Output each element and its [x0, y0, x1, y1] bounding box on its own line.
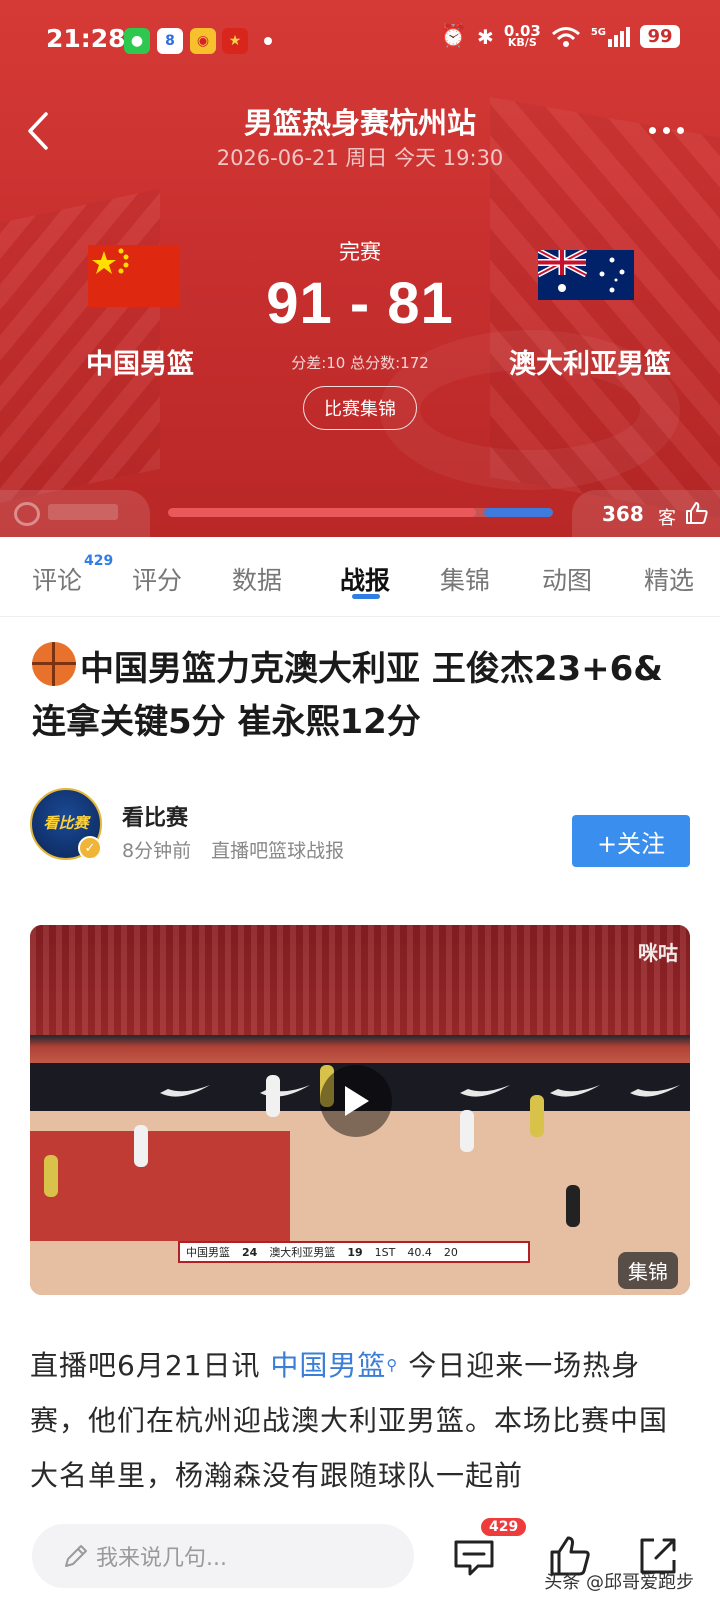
away-team-name[interactable]: 澳大利亚男篮	[480, 342, 700, 381]
comment-count-badge: 429	[481, 1518, 527, 1536]
video-referee	[566, 1185, 580, 1227]
article-body: 直播吧6月21日讯 中国男篮⚲ 今日迎来一场热身赛，他们在杭州迎战澳大利亚男篮。…	[30, 1349, 669, 1492]
tab-report[interactable]: 战报	[340, 561, 390, 597]
bluetooth-icon: ✱	[477, 24, 494, 49]
status-time: 21:28	[46, 24, 126, 53]
comment-placeholder: 我来说几句...	[96, 1546, 227, 1571]
author-name[interactable]: 看比赛	[122, 800, 188, 832]
active-tab-indicator	[352, 594, 380, 599]
weibo-icon: ◉	[190, 28, 216, 54]
play-button[interactable]	[320, 1065, 392, 1137]
team-link[interactable]: 中国男篮⚲	[270, 1349, 398, 1382]
play-icon	[345, 1086, 369, 1116]
battery-indicator: 99	[640, 25, 680, 48]
highlights-button[interactable]: 比赛集锦	[303, 386, 417, 430]
tab-comments[interactable]: 评论 429	[32, 553, 113, 597]
wifi-icon	[551, 26, 580, 47]
viewer-unit: 客	[658, 508, 676, 529]
match-header: 21:28 ● 8 ◉ ★ ⏰ ✱ 0.03 KB/S 5G 99 男篮热身赛杭…	[0, 0, 720, 537]
search-icon: ⚲	[386, 1356, 399, 1374]
author-avatar[interactable]: 看比赛 ✓	[30, 788, 102, 860]
viewer-like-strip: 368 客	[572, 490, 720, 537]
video-court-paint	[30, 1131, 290, 1241]
status-right: ⏰ ✱ 0.03 KB/S 5G 99	[439, 21, 680, 49]
tab-bar: 评论 429 评分 数据 战报 集锦 动图 精选	[0, 537, 720, 617]
video-player	[44, 1155, 58, 1197]
verified-badge-icon: ✓	[78, 836, 102, 860]
video-watermark: 咪咕	[638, 941, 678, 965]
alarm-icon: ⏰	[439, 24, 468, 49]
more-dots-icon	[648, 126, 656, 134]
header-logo-strip	[0, 490, 150, 537]
tab-featured[interactable]: 精选	[644, 561, 694, 597]
pencil-icon	[65, 1545, 87, 1567]
more-menu-button[interactable]	[640, 112, 692, 148]
signal-icon: 5G	[591, 26, 630, 47]
tab-stats[interactable]: 数据	[232, 561, 282, 597]
news-app-icon: ★	[222, 28, 248, 54]
status-bar: 21:28 ● 8 ◉ ★ ⏰ ✱ 0.03 KB/S 5G 99	[0, 0, 720, 82]
basketball-icon	[32, 642, 76, 686]
video-player	[530, 1095, 544, 1137]
publish-time: 8分钟前	[122, 840, 192, 862]
brand-logo-icon	[14, 502, 40, 526]
video-score-overlay: 中国男篮 24 澳大利亚男篮 19 1ST 40.4 20	[178, 1241, 530, 1263]
article-source: 直播吧篮球战报	[211, 840, 345, 862]
source-watermark: 头条 @邱哥爱跑步	[544, 1572, 694, 1593]
brand-logo-text	[48, 504, 118, 520]
australia-flag-icon[interactable]	[538, 250, 634, 300]
video-crowd	[30, 925, 690, 1035]
highlight-video[interactable]: 中国男篮 24 澳大利亚男篮 19 1ST 40.4 20 咪咕 集锦	[30, 925, 690, 1295]
video-player	[460, 1110, 474, 1152]
video-player	[134, 1125, 148, 1167]
avatar-text: 看比赛	[43, 814, 89, 832]
bottom-bar: 我来说几句... 429 头条 @邱哥爱跑步	[0, 1504, 720, 1604]
home-support-fill	[168, 508, 476, 517]
thumbs-up-icon[interactable]	[684, 500, 710, 526]
match-title: 男篮热身赛杭州站	[243, 106, 476, 140]
app-8-icon: 8	[157, 28, 183, 54]
author-meta: 8分钟前 直播吧篮球战报	[122, 836, 364, 863]
away-support-fill	[483, 508, 553, 517]
tab-gifs[interactable]: 动图	[542, 561, 592, 597]
support-vote-bar[interactable]	[168, 508, 553, 517]
comments-count-badge: 429	[84, 553, 114, 569]
viewer-count: 368	[602, 502, 644, 526]
article-headline: 中国男篮力克澳大利亚 王俊杰23+6&连拿关键5分 崔永熙12分	[32, 642, 692, 749]
comment-icon[interactable]	[452, 1534, 496, 1578]
match-datetime: 2026-06-21 周日 今天 19:30	[216, 146, 504, 170]
tab-highlights[interactable]: 集锦	[440, 561, 490, 597]
net-speed: 0.03 KB/S	[503, 21, 541, 49]
comment-input[interactable]: 我来说几句...	[32, 1524, 414, 1588]
follow-button[interactable]: +关注	[572, 815, 690, 867]
video-tag: 集锦	[618, 1252, 678, 1289]
more-notifications-icon	[264, 37, 272, 45]
tab-rating[interactable]: 评分	[132, 561, 182, 597]
video-player	[266, 1075, 280, 1117]
wechat-icon: ●	[124, 28, 150, 54]
